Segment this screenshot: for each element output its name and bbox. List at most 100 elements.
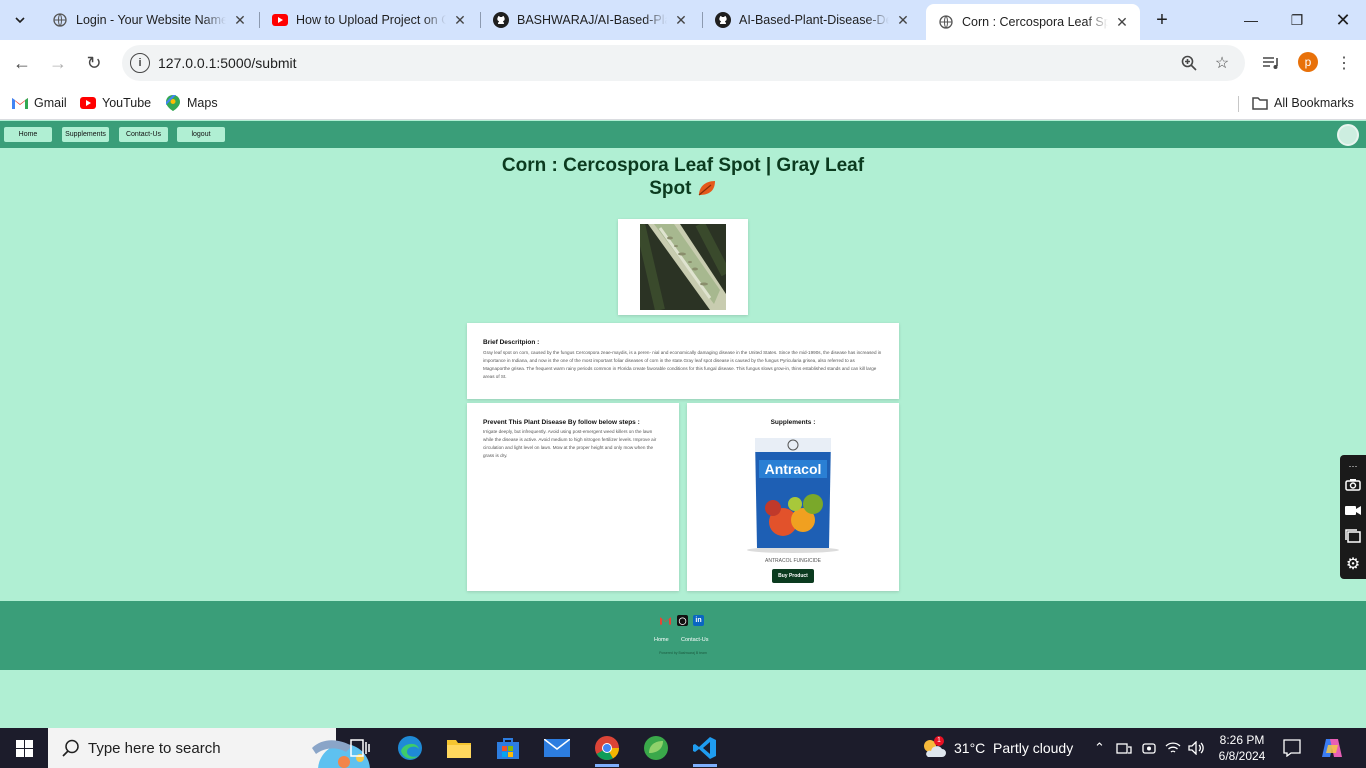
start-button[interactable] — [0, 728, 48, 768]
meet-now[interactable] — [1141, 728, 1157, 768]
footer-home-link[interactable]: Home — [654, 637, 669, 643]
window-icon[interactable] — [1344, 527, 1362, 545]
browser-tab-active[interactable]: Corn : Cercospora Leaf Spot | Gray Leaf … — [926, 4, 1140, 40]
nav-logout-button[interactable]: logout — [177, 127, 225, 142]
back-button[interactable]: ← — [8, 49, 36, 77]
tab-title: BASHWARAJ/AI-Based-Plant-Disease — [517, 13, 667, 27]
globe-icon — [938, 14, 954, 30]
weather-widget[interactable]: 1 31°C Partly cloudy — [920, 728, 1073, 768]
url-text[interactable]: 127.0.0.1:5000/submit — [158, 55, 297, 71]
taskbar-app[interactable] — [636, 732, 676, 764]
all-bookmarks[interactable]: All Bookmarks — [1252, 92, 1354, 114]
volume-control[interactable] — [1188, 728, 1206, 768]
camera-icon — [1142, 743, 1156, 754]
weather-text: 31°C Partly cloudy — [954, 740, 1074, 756]
wifi-status[interactable] — [1165, 728, 1181, 768]
tab-title: How to Upload Project on GitHub — [296, 13, 446, 27]
edge-icon — [398, 736, 422, 760]
weather-badge: 1 — [934, 736, 944, 746]
minimize-button[interactable]: — — [1228, 0, 1274, 40]
close-icon[interactable]: ✕ — [1114, 14, 1130, 30]
windows-icon — [15, 739, 33, 757]
tab-title: Login - Your Website Name — [76, 13, 226, 27]
notification-center[interactable] — [1283, 728, 1301, 768]
taskbar-mail[interactable] — [537, 732, 577, 764]
chevron-down-icon — [15, 17, 25, 24]
taskbar-vscode[interactable] — [685, 732, 725, 767]
new-tab-button[interactable]: + — [1150, 8, 1174, 32]
globe-icon — [52, 12, 68, 28]
reload-button[interactable]: ↻ — [80, 49, 108, 77]
close-icon[interactable]: ✕ — [895, 12, 911, 28]
video-icon[interactable] — [1344, 501, 1362, 519]
restore-button[interactable]: ❐ — [1274, 0, 1320, 40]
store-icon — [497, 738, 519, 759]
gmail-icon[interactable] — [660, 615, 671, 626]
site-logo[interactable] — [1337, 124, 1359, 146]
nav-home-button[interactable]: Home — [4, 127, 52, 142]
browser-tab[interactable]: AI-Based-Plant-Disease-Detection ✕ — [703, 0, 921, 40]
copilot-button[interactable] — [1320, 728, 1344, 768]
bookmarks-separator — [1238, 96, 1239, 112]
bookmark-maps[interactable]: Maps — [165, 92, 218, 114]
tab-search-button[interactable] — [8, 8, 32, 32]
description-card: Brief Descritpion : Gray leaf spot on co… — [467, 323, 899, 399]
task-view-icon — [350, 739, 370, 757]
tab-title: AI-Based-Plant-Disease-Detection — [739, 13, 889, 27]
taskbar-edge[interactable] — [390, 732, 430, 764]
taskbar-chrome[interactable] — [587, 732, 627, 767]
github-icon[interactable]: ◯ — [677, 615, 688, 626]
folder-icon — [447, 740, 471, 758]
close-icon[interactable]: ✕ — [232, 12, 248, 28]
gmail-icon — [12, 95, 28, 111]
taskbar-file-explorer[interactable] — [439, 732, 479, 764]
diseased-leaf-image — [640, 224, 726, 310]
youtube-icon — [80, 95, 96, 111]
network-status[interactable] — [1116, 728, 1132, 768]
search-placeholder: Type here to search — [88, 739, 221, 757]
product-name: ANTRACOL FUNGICIDE — [765, 558, 821, 564]
nav-supplements-button[interactable]: Supplements — [62, 127, 109, 142]
taskbar-search-box[interactable]: Type here to search — [48, 728, 370, 768]
close-icon[interactable]: ✕ — [452, 12, 468, 28]
media-control-icon[interactable] — [1260, 51, 1284, 75]
close-window-button[interactable]: ✕ — [1320, 0, 1366, 40]
clock-time: 8:26 PM — [1219, 733, 1265, 747]
star-icon[interactable]: ☆ — [1212, 53, 1232, 73]
network-icon — [1116, 743, 1132, 754]
camera-icon[interactable] — [1344, 475, 1362, 493]
site-info-icon[interactable]: i — [130, 53, 150, 73]
address-bar[interactable]: i 127.0.0.1:5000/submit ☆ — [122, 45, 1245, 81]
footer-copyright: Powered by Bashwaraj B team — [659, 651, 707, 655]
browser-tab[interactable]: Login - Your Website Name ✕ — [40, 0, 258, 40]
footer-contact-link[interactable]: Contact-Us — [681, 637, 709, 643]
browser-tab[interactable]: BASHWARAJ/AI-Based-Plant-Disease ✕ — [481, 0, 699, 40]
copilot-icon — [1322, 739, 1342, 757]
product-image[interactable]: Antracol — [743, 434, 843, 556]
wifi-icon — [1165, 742, 1181, 753]
youtube-icon — [272, 12, 288, 28]
prevention-text: Irrigate deeply, but infrequently. Avoid… — [483, 429, 657, 458]
zoom-icon[interactable] — [1179, 53, 1199, 73]
buy-product-button[interactable]: Buy Product — [772, 569, 814, 583]
taskbar-store[interactable] — [488, 732, 528, 764]
chevron-up-icon: ⌃ — [1094, 740, 1105, 755]
close-icon[interactable]: ✕ — [673, 12, 689, 28]
forward-button[interactable]: → — [44, 49, 72, 77]
gear-icon[interactable]: ⚙ — [1344, 555, 1362, 573]
clock[interactable]: 8:26 PM 6/8/2024 — [1214, 728, 1270, 768]
bookmark-gmail[interactable]: Gmail — [12, 92, 67, 114]
more-icon[interactable]: ⋯ — [1344, 457, 1362, 475]
profile-avatar[interactable]: p — [1298, 52, 1318, 72]
clock-date: 6/8/2024 — [1218, 749, 1266, 763]
linkedin-icon[interactable]: in — [693, 615, 704, 626]
arrow-right-icon: → — [49, 52, 67, 73]
browser-tab[interactable]: How to Upload Project on GitHub ✕ — [260, 0, 478, 40]
task-view-button[interactable] — [340, 732, 380, 764]
bookmark-youtube[interactable]: YouTube — [80, 92, 151, 114]
screen-capture-widget: ⋯ ⚙ — [1340, 455, 1366, 579]
speaker-icon — [1188, 741, 1204, 755]
menu-icon[interactable]: ⋮ — [1332, 51, 1356, 75]
nav-contact-button[interactable]: Contact-Us — [119, 127, 168, 142]
system-tray-overflow[interactable]: ⌃ — [1094, 728, 1105, 768]
